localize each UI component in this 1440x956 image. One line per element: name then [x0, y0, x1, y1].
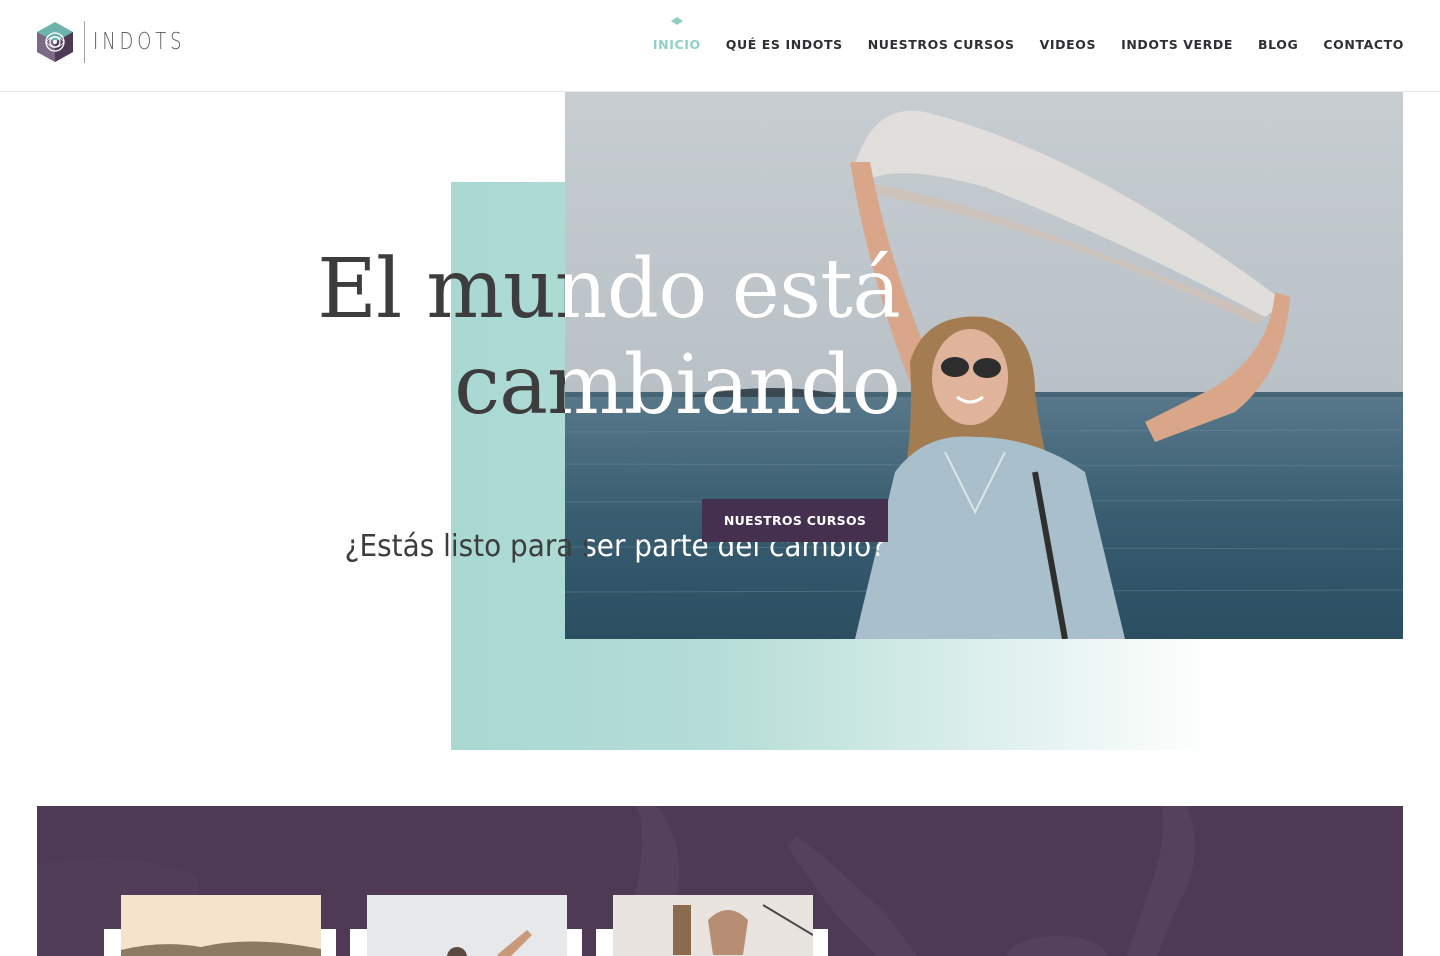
logo-wordmark: INDOTS — [93, 29, 186, 55]
nav-item-label: QUÉ ES INDOTS — [725, 37, 843, 52]
course-card-3[interactable] — [613, 895, 813, 956]
nav-item-label: INDOTS VERDE — [1121, 37, 1234, 52]
nav-item-videos[interactable]: VIDEOS — [1040, 0, 1096, 52]
diamond-marker-icon — [670, 17, 683, 25]
nav-item-label: INICIO — [652, 37, 701, 52]
course-card-image-3 — [613, 895, 813, 956]
nav-item-contacto[interactable]: CONTACTO — [1323, 0, 1404, 52]
course-card-image-1 — [121, 895, 321, 956]
nav-item-nuestros-cursos[interactable]: NUESTROS CURSOS — [868, 0, 1015, 52]
nav-item-label: BLOG — [1258, 37, 1299, 52]
nav-item-label: NUESTROS CURSOS — [867, 37, 1015, 52]
site-header: INDOTS INICIO QUÉ ES INDOTS NUESTROS CUR… — [0, 0, 1440, 92]
nav-item-label: CONTACTO — [1323, 37, 1404, 52]
course-card-1[interactable] — [121, 895, 321, 956]
course-card-2[interactable] — [367, 895, 567, 956]
logo-divider — [84, 21, 85, 63]
nav-item-blog[interactable]: BLOG — [1258, 0, 1298, 52]
nav-item-que-es-indots[interactable]: QUÉ ES INDOTS — [726, 0, 843, 52]
nav-item-inicio[interactable]: INICIO — [653, 0, 701, 52]
site-logo[interactable]: INDOTS — [36, 21, 211, 63]
main-nav: INICIO QUÉ ES INDOTS NUESTROS CURSOS VID… — [628, 0, 1404, 91]
hero-section: El mundo está cambiando El mundo está ca… — [0, 92, 1440, 782]
nuestros-cursos-button[interactable]: NUESTROS CURSOS — [702, 499, 888, 542]
courses-band — [37, 806, 1403, 956]
hexagon-mandala-logo-icon — [37, 22, 73, 62]
nav-item-indots-verde[interactable]: INDOTS VERDE — [1121, 0, 1233, 52]
course-card-image-2 — [367, 895, 567, 956]
nav-item-label: VIDEOS — [1039, 37, 1097, 52]
